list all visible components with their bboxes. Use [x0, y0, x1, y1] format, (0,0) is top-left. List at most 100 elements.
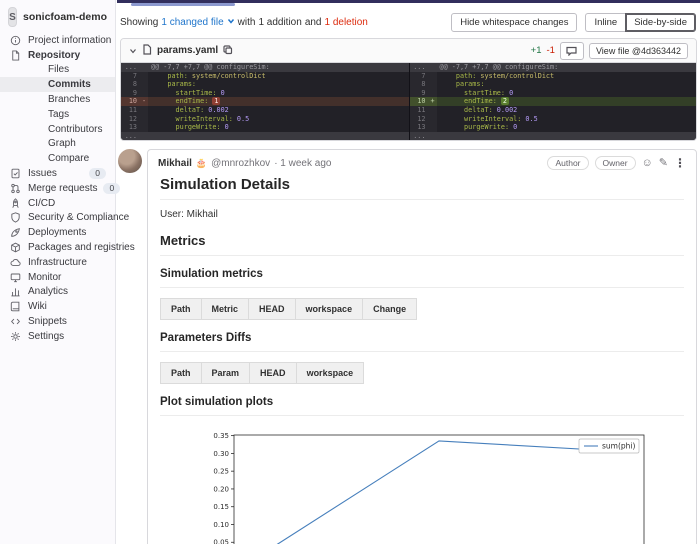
- line-number[interactable]: 13: [410, 123, 429, 132]
- avatar[interactable]: [118, 149, 142, 173]
- add-reaction-icon[interactable]: ☺: [642, 158, 653, 169]
- sidebar-item-tags[interactable]: Tags: [0, 107, 115, 122]
- sidebar-item-files[interactable]: Files: [0, 63, 115, 78]
- sidebar-item-packages[interactable]: Packages and registries: [0, 240, 115, 255]
- sidebar-item-compare[interactable]: Compare: [0, 151, 115, 166]
- diff-pane-old: ...@@ -7,7 +7,7 @@ configureSim:7 path: …: [121, 63, 409, 140]
- sidebar-item-label: Analytics: [28, 286, 68, 297]
- sidebar-item-label: Commits: [48, 79, 91, 90]
- project-header[interactable]: S sonicfoam-demo: [0, 0, 115, 33]
- change-sign: [140, 89, 148, 98]
- line-number[interactable]: 10: [410, 97, 429, 106]
- sidebar-item-repository[interactable]: Repository: [0, 48, 115, 63]
- line-number[interactable]: 7: [410, 72, 429, 81]
- project-information-icon: [10, 34, 22, 46]
- cicd-icon: [10, 197, 22, 209]
- change-sign: [429, 89, 437, 98]
- sidebar-item-snippets[interactable]: Snippets: [0, 314, 115, 329]
- security-icon: [10, 212, 22, 224]
- line-number[interactable]: 12: [121, 115, 140, 124]
- sidebar-item-merge-requests[interactable]: Merge requests0: [0, 181, 115, 196]
- sidebar-item-label: Files: [48, 64, 69, 75]
- svg-text:0.35: 0.35: [213, 432, 229, 440]
- section-simulation-metrics: Simulation metrics: [160, 268, 684, 288]
- line-number[interactable]: 11: [121, 106, 140, 115]
- sidebar-item-commits[interactable]: Commits: [0, 77, 115, 92]
- diff-pane-new: ...@@ -7,7 +7,7 @@ configureSim:7 path: …: [409, 63, 697, 140]
- sidebar-item-graph[interactable]: Graph: [0, 137, 115, 152]
- sidebar-item-settings[interactable]: Settings: [0, 329, 115, 344]
- changed-file-link[interactable]: 1 changed file: [161, 17, 223, 28]
- note-timestamp[interactable]: · 1 week ago: [274, 158, 331, 169]
- diff-row: 7 path: system/controlDict: [121, 72, 409, 81]
- sidebar-item-label: Graph: [48, 138, 76, 149]
- metrics-col-head: HEAD: [249, 299, 296, 320]
- diff-row: 13 purgeWrite: 0: [121, 123, 409, 132]
- params-col-workspace: workspace: [296, 363, 364, 384]
- svg-text:0.20: 0.20: [213, 486, 229, 494]
- line-number[interactable]: 8: [121, 80, 140, 89]
- edit-icon[interactable]: ✎: [659, 158, 668, 169]
- svg-text:0.05: 0.05: [213, 539, 229, 544]
- sidebar-item-branches[interactable]: Branches: [0, 92, 115, 107]
- sidebar-item-deployments[interactable]: Deployments: [0, 225, 115, 240]
- deletions-count: -1: [547, 45, 555, 56]
- active-tab-indicator: [131, 3, 235, 6]
- file-name[interactable]: params.yaml: [157, 45, 218, 56]
- svg-text:0.15: 0.15: [213, 503, 229, 511]
- change-sign: +: [429, 97, 437, 106]
- hide-whitespace-button[interactable]: Hide whitespace changes: [451, 13, 577, 32]
- sidebar-item-cicd[interactable]: CI/CD: [0, 196, 115, 211]
- line-number[interactable]: 7: [121, 72, 140, 81]
- code-line: @@ -7,7 +7,7 @@ configureSim:: [437, 63, 697, 72]
- metrics-col-path: Path: [161, 299, 202, 320]
- change-sign: [140, 115, 148, 124]
- sidebar-item-issues[interactable]: Issues0: [0, 166, 115, 181]
- chevron-down-icon[interactable]: [227, 17, 235, 28]
- diff-summary-bar: Showing 1 changed file with 1 addition a…: [120, 13, 696, 32]
- user-line: User: Mikhail: [160, 209, 684, 220]
- code-line: endTime: 2: [437, 97, 697, 106]
- sidebar-item-analytics[interactable]: Analytics: [0, 285, 115, 300]
- line-number[interactable]: 12: [410, 115, 429, 124]
- diff-row: ...: [410, 132, 697, 141]
- more-actions-icon[interactable]: ⋮: [674, 157, 686, 169]
- line-number[interactable]: ...: [410, 63, 429, 72]
- side-by-side-view-button[interactable]: Side-by-side: [625, 13, 696, 32]
- additions-count: +1: [531, 45, 542, 56]
- line-number[interactable]: 9: [121, 89, 140, 98]
- line-number[interactable]: 8: [410, 80, 429, 89]
- summary-deletion: 1 deletion: [325, 17, 368, 28]
- project-name: sonicfoam-demo: [23, 11, 107, 23]
- line-number[interactable]: ...: [121, 63, 140, 72]
- project-avatar: S: [8, 7, 17, 27]
- line-number[interactable]: ...: [121, 132, 140, 141]
- line-number[interactable]: ...: [410, 132, 429, 141]
- collapse-chevron-icon[interactable]: [129, 42, 137, 60]
- sidebar-item-security[interactable]: Security & Compliance: [0, 211, 115, 226]
- sidebar-item-label: Deployments: [28, 227, 86, 238]
- sidebar-item-label: Monitor: [28, 272, 61, 283]
- metrics-col-metric: Metric: [201, 299, 249, 320]
- copy-path-icon[interactable]: [223, 42, 233, 60]
- diff-row: 9 startTime: 0: [410, 89, 697, 98]
- inline-view-button[interactable]: Inline: [585, 13, 625, 32]
- view-file-button[interactable]: View file @4d363442: [589, 43, 688, 59]
- change-sign: -: [140, 97, 148, 106]
- sidebar-item-infrastructure[interactable]: Infrastructure: [0, 255, 115, 270]
- settings-icon: [10, 330, 22, 342]
- svg-text:0.30: 0.30: [213, 450, 229, 458]
- code-line: params:: [437, 80, 697, 89]
- author-name[interactable]: Mikhail: [158, 158, 192, 169]
- sidebar-item-wiki[interactable]: Wiki: [0, 299, 115, 314]
- sidebar-item-project-information[interactable]: Project information: [0, 33, 115, 48]
- sidebar-item-monitor[interactable]: Monitor: [0, 270, 115, 285]
- comment-button[interactable]: [560, 42, 584, 60]
- line-number[interactable]: 10: [121, 97, 140, 106]
- line-number[interactable]: 9: [410, 89, 429, 98]
- line-number[interactable]: 13: [121, 123, 140, 132]
- author-badge: Author: [547, 156, 588, 170]
- wiki-icon: [10, 301, 22, 313]
- line-number[interactable]: 11: [410, 106, 429, 115]
- sidebar-item-contributors[interactable]: Contributors: [0, 122, 115, 137]
